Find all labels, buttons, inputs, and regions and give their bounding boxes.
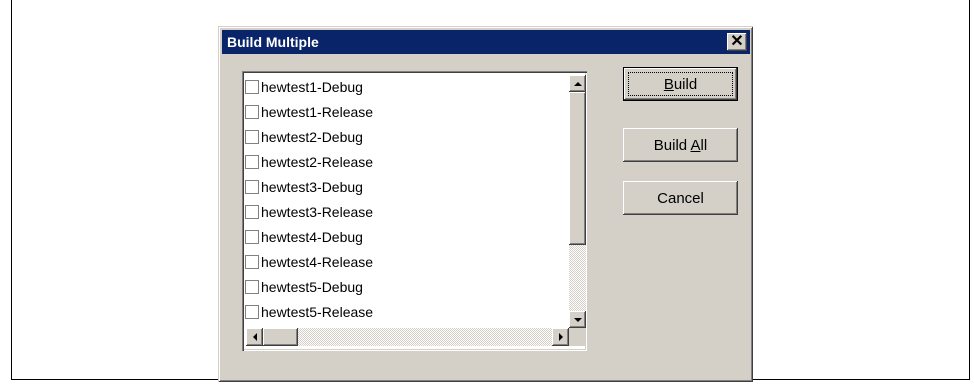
vertical-scroll-thumb[interactable]: [569, 92, 586, 245]
list-item-label: hewtest4-Release: [261, 253, 374, 270]
list-item-label: hewtest1-Release: [261, 103, 374, 120]
list-item-label: hewtest2-Release: [261, 153, 374, 170]
scroll-down-button[interactable]: [569, 311, 586, 328]
list-item[interactable]: hewtest2-Release: [245, 149, 567, 174]
build-all-button-label: Build All: [653, 136, 708, 154]
list-item[interactable]: hewtest5-Debug: [245, 274, 567, 299]
build-multiple-dialog: Build Multiple ✕ hewtest1-Debug hewtest1…: [218, 26, 753, 382]
checkbox[interactable]: [245, 129, 259, 144]
checkbox[interactable]: [245, 79, 259, 94]
list-item[interactable]: hewtest4-Release: [245, 249, 567, 274]
checkbox[interactable]: [245, 104, 259, 119]
horizontal-scroll-thumb[interactable]: [263, 328, 298, 346]
scroll-left-button[interactable]: [246, 328, 263, 346]
checkbox[interactable]: [245, 204, 259, 219]
list-item[interactable]: hewtest5-Release: [245, 299, 567, 324]
scroll-up-button[interactable]: [569, 75, 586, 92]
cancel-button[interactable]: Cancel: [623, 181, 738, 215]
configuration-list[interactable]: hewtest1-Debug hewtest1-Release hewtest2…: [242, 71, 587, 351]
close-icon: ✕: [730, 33, 744, 50]
arrow-up-icon: [573, 81, 582, 86]
list-item-label: hewtest4-Debug: [261, 228, 363, 245]
list-item-label: hewtest3-Debug: [261, 178, 363, 195]
title-bar: Build Multiple ✕: [222, 30, 750, 54]
scroll-right-button[interactable]: [552, 328, 569, 346]
vertical-scrollbar[interactable]: [569, 75, 586, 328]
arrow-down-icon: [573, 317, 582, 322]
build-all-button[interactable]: Build All: [623, 128, 738, 162]
list-item[interactable]: hewtest4-Debug: [245, 224, 567, 249]
list-item-label: hewtest5-Debug: [261, 278, 363, 295]
checkbox[interactable]: [245, 154, 259, 169]
dialog-title: Build Multiple: [227, 34, 319, 50]
checkbox[interactable]: [245, 179, 259, 194]
horizontal-scrollbar[interactable]: [246, 328, 569, 346]
list-item-label: hewtest1-Debug: [261, 78, 363, 95]
list-item-label: hewtest2-Debug: [261, 128, 363, 145]
list-item[interactable]: hewtest1-Release: [245, 99, 567, 124]
checkbox[interactable]: [245, 304, 259, 319]
list-item-label: hewtest3-Release: [261, 203, 374, 220]
list-item-label: hewtest5-Release: [261, 303, 374, 320]
scrollbar-corner: [569, 328, 586, 346]
arrow-right-icon: [558, 333, 563, 341]
checkbox[interactable]: [245, 254, 259, 269]
focus-rectangle: [628, 72, 733, 96]
list-item[interactable]: hewtest1-Debug: [245, 74, 567, 99]
list-item[interactable]: hewtest3-Debug: [245, 174, 567, 199]
list-item[interactable]: hewtest2-Debug: [245, 124, 567, 149]
arrow-left-icon: [252, 333, 257, 341]
configuration-items: hewtest1-Debug hewtest1-Release hewtest2…: [245, 74, 567, 324]
close-button[interactable]: ✕: [727, 33, 747, 51]
checkbox[interactable]: [245, 279, 259, 294]
checkbox[interactable]: [245, 229, 259, 244]
cancel-button-label: Cancel: [657, 189, 704, 207]
list-item[interactable]: hewtest3-Release: [245, 199, 567, 224]
build-button[interactable]: Build: [623, 67, 738, 101]
